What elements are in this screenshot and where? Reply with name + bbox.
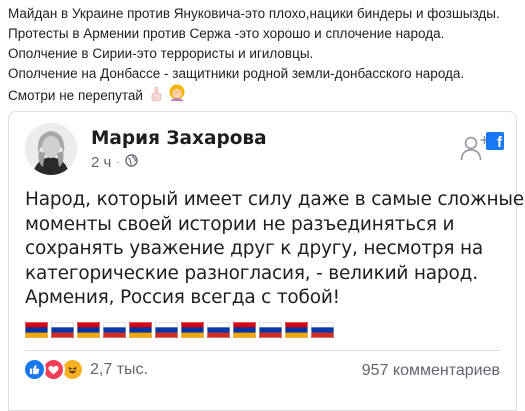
post-line-1: Майдан в Украине против Януковича-это пл… bbox=[8, 6, 500, 21]
post-line-2: Протесты в Армении против Сержа -это хор… bbox=[8, 26, 445, 41]
post-line-3: Ополчение в Сирии-это террористы и игило… bbox=[8, 46, 314, 61]
post-time[interactable]: 2 ч bbox=[91, 154, 111, 171]
post-text: Майдан в Украине против Януковича-это пл… bbox=[8, 4, 520, 108]
pointing-finger-icon bbox=[149, 86, 163, 108]
author-name[interactable]: Мария Захарова bbox=[91, 128, 267, 149]
quote-line-4: категорические разногласия, - великий на… bbox=[25, 262, 478, 284]
divider bbox=[25, 350, 500, 351]
facepalm-woman-icon bbox=[168, 84, 186, 108]
reaction-count[interactable]: 2,7 тыс. bbox=[90, 361, 148, 379]
like-icon bbox=[23, 358, 46, 381]
russia-flag-icon bbox=[51, 322, 74, 338]
shared-post-text: Народ, который имеет силу даже в самые с… bbox=[25, 188, 524, 311]
post-line-5: Смотри не перепутай bbox=[8, 84, 520, 108]
reactions-summary[interactable]: 2,7 тыс. bbox=[23, 358, 148, 381]
quote-line-5: Армения, Россия всегда с тобой! bbox=[25, 287, 340, 308]
russia-flag-icon bbox=[155, 322, 178, 338]
russia-flag-icon bbox=[259, 322, 282, 338]
flag-emoji-row bbox=[25, 322, 334, 338]
meta-separator: · bbox=[116, 157, 120, 168]
armenia-flag-icon bbox=[285, 322, 308, 338]
quote-line-2: моменты своей истории не разъединяться и bbox=[25, 213, 455, 235]
russia-flag-icon bbox=[311, 322, 334, 338]
globe-icon bbox=[124, 154, 138, 171]
armenia-flag-icon bbox=[25, 322, 48, 338]
avatar[interactable] bbox=[25, 123, 77, 175]
armenia-flag-icon bbox=[129, 322, 152, 338]
post-line-4: Ополчение на Донбассе - защитники родной… bbox=[8, 66, 465, 81]
armenia-flag-icon bbox=[181, 322, 204, 338]
quote-line-3: сохранять уважение друг к другу, несмотр… bbox=[25, 238, 484, 259]
shared-post-card[interactable]: Мария Захарова 2 ч · f Народ, который им… bbox=[8, 111, 524, 411]
comments-count-link[interactable]: 957 комментариев bbox=[362, 362, 500, 380]
post-meta: 2 ч · bbox=[91, 154, 138, 171]
armenia-flag-icon bbox=[77, 322, 100, 338]
russia-flag-icon bbox=[103, 322, 126, 338]
russia-flag-icon bbox=[207, 322, 230, 338]
facebook-logo-icon: f bbox=[486, 132, 504, 150]
armenia-flag-icon bbox=[233, 322, 256, 338]
quote-line-1: Народ, который имеет силу даже в самые с… bbox=[25, 189, 524, 210]
